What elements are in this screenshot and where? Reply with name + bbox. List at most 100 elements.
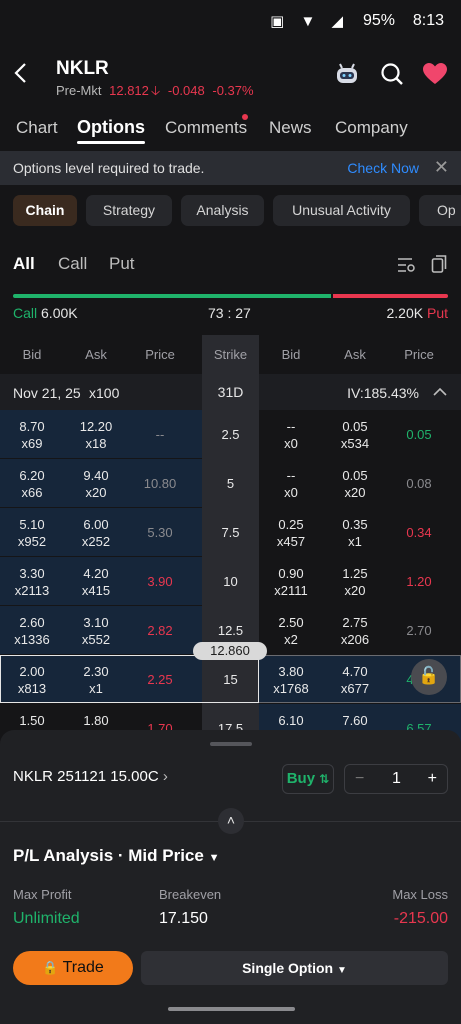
put-bid[interactable]: 0.25 x457 bbox=[259, 516, 323, 550]
subtab-chain[interactable]: Chain bbox=[13, 195, 77, 226]
strike-price[interactable]: 12.5 bbox=[202, 622, 259, 639]
put-ask[interactable]: 7.60 bbox=[323, 712, 387, 729]
single-option-dropdown[interactable]: Single Option ▼ bbox=[141, 951, 448, 985]
check-now-link[interactable]: Check Now bbox=[347, 160, 419, 176]
expiry-row[interactable]: Nov 21, 25 x100 31D IV:185.43% bbox=[0, 374, 461, 410]
call-ask[interactable]: 9.40 x20 bbox=[64, 467, 128, 501]
put-volume: 2.20K Put bbox=[387, 305, 449, 321]
call-ask-size: x20 bbox=[85, 485, 107, 500]
max-loss-label: Max Loss bbox=[392, 887, 448, 902]
quantity-value[interactable]: 1 bbox=[392, 770, 401, 788]
call-ask[interactable]: 12.20 x18 bbox=[64, 418, 128, 452]
buy-label: Buy bbox=[286, 770, 316, 787]
strike-price[interactable]: 7.5 bbox=[202, 524, 259, 541]
put-bid[interactable]: 0.90 x2111 bbox=[259, 565, 323, 599]
put-bid[interactable]: -- x0 bbox=[259, 418, 323, 452]
tab-news[interactable]: News bbox=[269, 118, 312, 138]
call-bid[interactable]: 5.10 x952 bbox=[0, 516, 64, 550]
quantity-stepper: − 1 + bbox=[344, 764, 448, 794]
call-volume: Call 6.00K bbox=[13, 305, 78, 321]
put-price[interactable]: 0.05 bbox=[387, 426, 451, 443]
put-ask-size: x20 bbox=[344, 485, 366, 500]
decrement-button[interactable]: − bbox=[355, 770, 364, 788]
contract-selector[interactable]: NKLR 251121 15.00C › bbox=[13, 768, 168, 785]
put-bid[interactable]: -- x0 bbox=[259, 467, 323, 501]
subtab-strategy[interactable]: Strategy bbox=[86, 195, 172, 226]
unlock-icon[interactable]: 🔓 bbox=[411, 659, 447, 695]
call-volume-fill bbox=[13, 294, 331, 298]
call-price[interactable]: -- bbox=[128, 426, 192, 443]
chevron-right-icon: › bbox=[162, 768, 168, 785]
battery-level: 95% bbox=[362, 12, 395, 29]
call-bid[interactable]: 8.70 x69 bbox=[0, 418, 64, 452]
put-bid[interactable]: 2.50 x2 bbox=[259, 614, 323, 648]
close-icon[interactable]: ✕ bbox=[434, 157, 449, 178]
call-price[interactable]: 3.90 bbox=[128, 573, 192, 590]
put-ask-value: 1.25 bbox=[342, 566, 368, 581]
tab-comments[interactable]: Comments bbox=[165, 118, 247, 138]
put-ask[interactable]: 0.05 x20 bbox=[323, 467, 387, 501]
subtab-more[interactable]: Op bbox=[419, 195, 461, 226]
call-bid[interactable]: 2.60 x1336 bbox=[0, 614, 64, 648]
banner-text: Options level required to trade. bbox=[13, 160, 205, 176]
tab-options[interactable]: Options bbox=[77, 117, 145, 144]
filter-all[interactable]: All bbox=[13, 254, 35, 274]
chain-row[interactable]: 3.30 x2113 4.20 x415 3.90 10 0.90 x2111 1.25 x20 1… bbox=[0, 557, 461, 606]
put-price[interactable]: 2.70 bbox=[387, 622, 451, 639]
strike-price[interactable]: 10 bbox=[202, 573, 259, 590]
max-profit-value: Unlimited bbox=[13, 910, 80, 927]
put-ask[interactable]: 0.05 x534 bbox=[323, 418, 387, 452]
call-price[interactable]: 5.30 bbox=[128, 524, 192, 541]
chain-row[interactable]: 6.20 x66 9.40 x20 10.80 5 -- x0 0.05 x20 0.08 bbox=[0, 459, 461, 508]
call-ask[interactable]: 6.00 x252 bbox=[64, 516, 128, 550]
robot-assistant-icon[interactable] bbox=[334, 61, 360, 87]
chain-row[interactable]: 8.70 x69 12.20 x18 -- 2.5 -- x0 0.05 x534 0.05 bbox=[0, 410, 461, 459]
call-ask[interactable]: 4.20 x415 bbox=[64, 565, 128, 599]
put-bid[interactable]: 6.10 bbox=[259, 712, 323, 729]
call-bid[interactable]: 6.20 x66 bbox=[0, 467, 64, 501]
put-ask[interactable]: 2.75 x206 bbox=[323, 614, 387, 648]
copy-icon[interactable] bbox=[431, 254, 447, 274]
expand-chevron-icon[interactable]: ˄ bbox=[218, 808, 244, 834]
pl-title-text: P/L Analysis · Mid Price bbox=[13, 846, 204, 865]
search-icon[interactable] bbox=[379, 61, 405, 87]
put-ask-value: 0.05 bbox=[342, 468, 368, 483]
call-ask[interactable]: 1.80 bbox=[64, 712, 128, 729]
buy-toggle-button[interactable]: Buy ⇅ bbox=[282, 764, 334, 794]
tab-company[interactable]: Company bbox=[335, 118, 408, 138]
filter-call[interactable]: Call bbox=[58, 254, 87, 274]
filter-settings-icon[interactable] bbox=[396, 256, 416, 274]
put-ask[interactable]: 0.35 x1 bbox=[323, 516, 387, 550]
days-to-expiry: 31D bbox=[202, 374, 259, 410]
put-ask-size: x206 bbox=[340, 632, 370, 647]
subtab-analysis[interactable]: Analysis bbox=[181, 195, 264, 226]
put-price[interactable]: 1.20 bbox=[387, 573, 451, 590]
order-sheet: NKLR 251121 15.00C › Buy ⇅ − 1 + ˄ P/L A… bbox=[0, 730, 461, 1024]
strike-price[interactable]: 5 bbox=[202, 475, 259, 492]
filter-put[interactable]: Put bbox=[109, 254, 135, 274]
clock: 8:13 bbox=[412, 12, 444, 29]
call-bid[interactable]: 1.50 bbox=[0, 712, 64, 729]
call-bid[interactable]: 3.30 x2113 bbox=[0, 565, 64, 599]
chain-row[interactable]: 5.10 x952 6.00 x252 5.30 7.5 0.25 x457 0.35 x1 0.3… bbox=[0, 508, 461, 557]
put-bid-size: x2 bbox=[284, 632, 298, 647]
subtab-unusual-activity[interactable]: Unusual Activity bbox=[273, 195, 410, 226]
chevron-up-icon[interactable] bbox=[433, 387, 447, 397]
tab-chart[interactable]: Chart bbox=[16, 118, 58, 138]
strike-price[interactable]: 2.5 bbox=[202, 426, 259, 443]
put-price[interactable]: 0.08 bbox=[387, 475, 451, 492]
back-arrow-icon[interactable] bbox=[12, 62, 30, 84]
trade-button[interactable]: 🔒 Trade bbox=[13, 951, 133, 985]
favorite-heart-icon[interactable] bbox=[422, 61, 448, 87]
call-ask[interactable]: 3.10 x552 bbox=[64, 614, 128, 648]
put-ask[interactable]: 1.25 x20 bbox=[323, 565, 387, 599]
call-price[interactable]: 10.80 bbox=[128, 475, 192, 492]
call-ask-size: x252 bbox=[81, 534, 111, 549]
pl-analysis-title[interactable]: P/L Analysis · Mid Price ▼ bbox=[13, 846, 219, 866]
call-price[interactable]: 2.82 bbox=[128, 622, 192, 639]
increment-button[interactable]: + bbox=[428, 770, 437, 788]
chain-row[interactable]: 2.00x8132.30x12.25153.80x17684.70x6774.3… bbox=[0, 655, 461, 704]
sheet-handle[interactable] bbox=[210, 742, 252, 746]
put-price[interactable]: 0.34 bbox=[387, 524, 451, 541]
trade-label: Trade bbox=[62, 959, 104, 976]
